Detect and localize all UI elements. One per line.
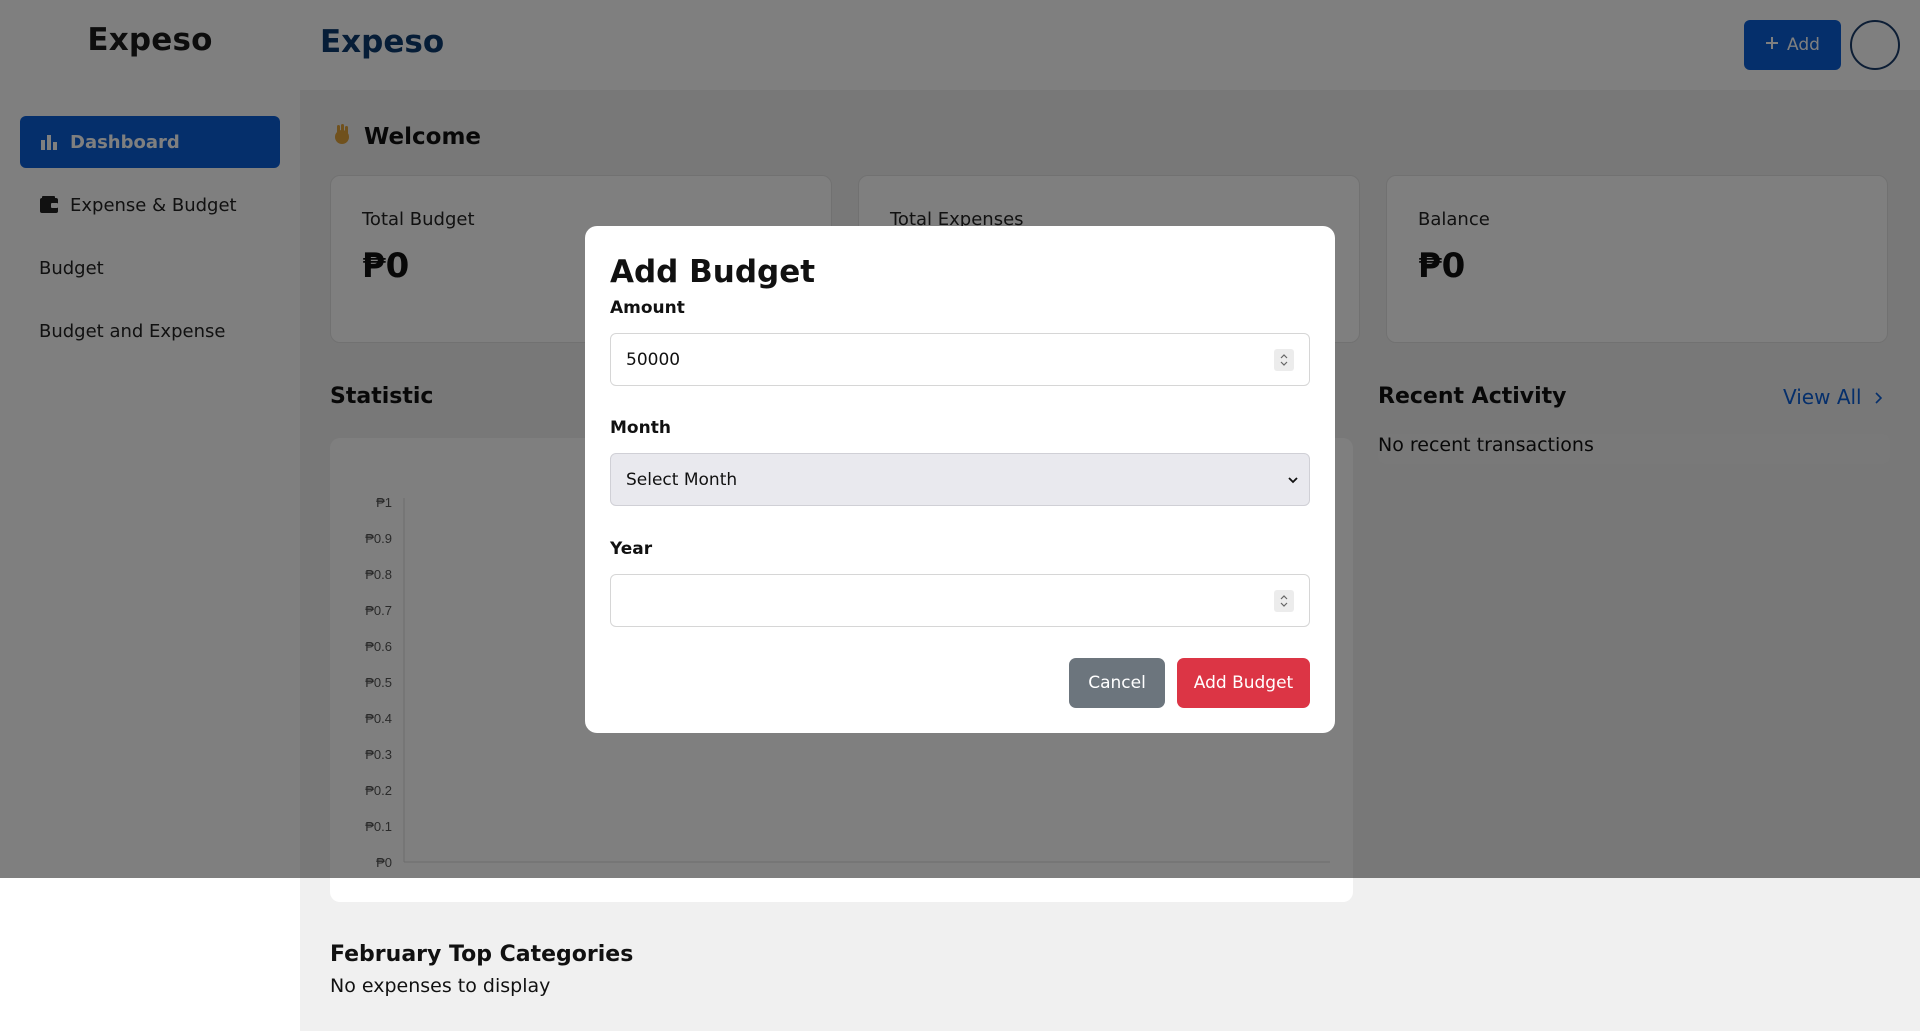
number-stepper-icon[interactable] — [1274, 590, 1294, 612]
top-categories-empty: No expenses to display — [330, 975, 551, 997]
month-label: Month — [610, 418, 671, 438]
top-categories-title: February Top Categories — [330, 942, 634, 967]
add-budget-modal: Add Budget Amount 50000 Month Select Mon… — [585, 226, 1335, 733]
amount-input[interactable]: 50000 — [610, 333, 1310, 386]
amount-value: 50000 — [626, 349, 681, 370]
month-select[interactable]: Select Month — [610, 453, 1310, 506]
chevron-down-icon — [1287, 471, 1299, 491]
cancel-button[interactable]: Cancel — [1069, 658, 1165, 708]
year-input[interactable] — [610, 574, 1310, 627]
add-budget-button[interactable]: Add Budget — [1177, 658, 1310, 708]
modal-title: Add Budget — [610, 254, 816, 290]
number-stepper-icon[interactable] — [1274, 349, 1294, 371]
year-label: Year — [610, 539, 653, 559]
amount-label: Amount — [610, 298, 685, 318]
month-selected-value: Select Month — [626, 469, 738, 490]
